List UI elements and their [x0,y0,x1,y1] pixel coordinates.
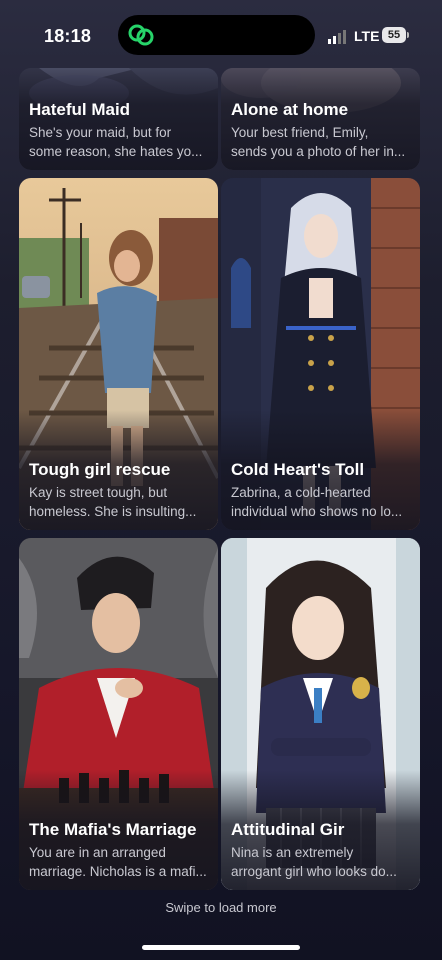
battery-icon: 55 [382,27,406,43]
cellular-signal-icon [328,30,346,44]
card-title: Cold Heart's Toll [231,460,365,479]
home-indicator[interactable] [142,945,300,950]
battery-cap [407,32,409,38]
card-description: Your best friend, Emily, sends you a phot… [231,125,406,159]
card-description: She's your maid, but for some reason, she… [29,125,203,159]
card-description: Kay is street tough, but homeless. She is… [29,485,197,519]
character-card[interactable]: The Mafia's Marriage You are in an arran… [19,538,218,890]
card-description: You are in an arranged marriage. Nicholas… [29,845,207,879]
clock: 18:18 [44,26,92,46]
character-card[interactable]: Attitudinal Gir Nina is an extremely arro… [221,538,420,890]
character-card[interactable]: Alone at home Your best friend, Emily, se… [221,68,420,170]
character-card[interactable]: Cold Heart's Toll Zabrina, a cold-hearte… [221,178,420,530]
app-link-icon [128,24,154,46]
character-card[interactable]: Hateful Maid She's your maid, but for som… [19,68,218,170]
card-title: Attitudinal Gir [231,820,345,839]
status-bar: 18:18 LTE 55 [0,0,442,70]
card-title: Tough girl rescue [29,460,171,479]
card-description: Zabrina, a cold-hearted individual who sh… [231,485,403,519]
network-type: LTE [354,28,380,44]
card-title: Hateful Maid [29,100,131,119]
load-more-hint[interactable]: Swipe to load more [0,900,442,915]
card-title: The Mafia's Marriage [29,820,197,839]
dynamic-island [118,15,315,55]
character-card[interactable]: Tough girl rescue Kay is street tough, b… [19,178,218,530]
card-title: Alone at home [231,100,349,119]
card-description: Nina is an extremely arrogant girl who lo… [231,845,397,879]
